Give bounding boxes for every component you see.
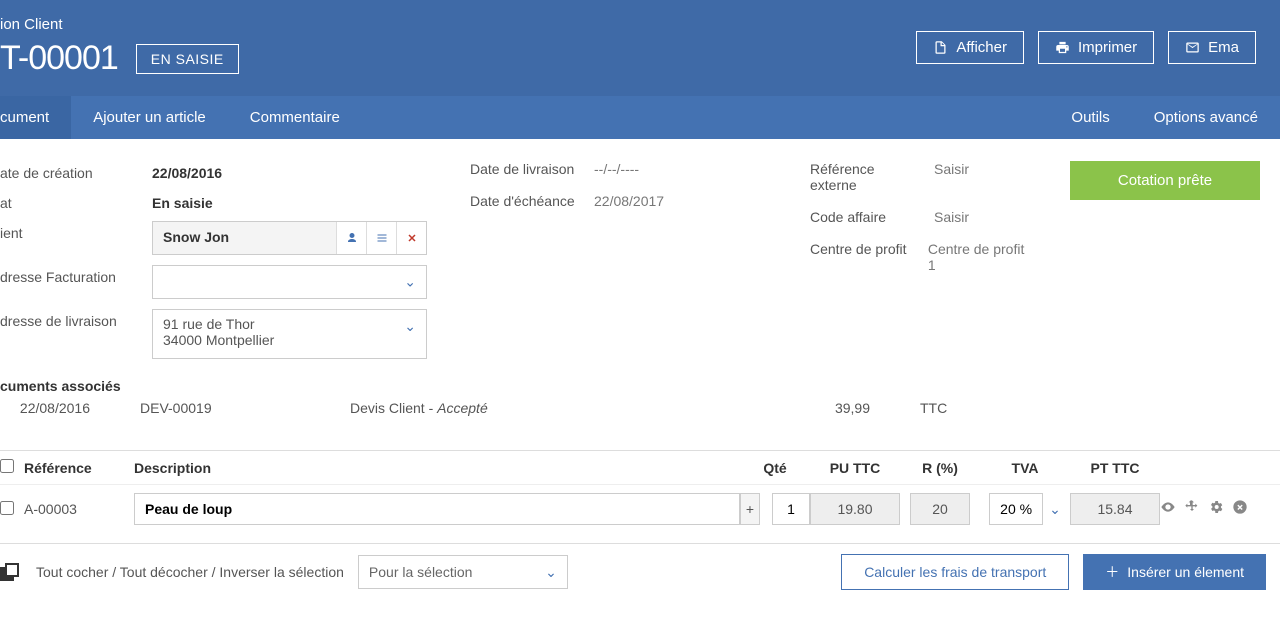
client-view-icon[interactable] — [336, 222, 366, 254]
label-shipping-address: dresse de livraison — [0, 309, 138, 329]
tva-select[interactable] — [989, 493, 1043, 525]
secondary-nav: cument Ajouter un article Commentaire Ou… — [0, 96, 1280, 139]
printer-icon — [1055, 40, 1070, 55]
check-all-text[interactable]: Tout cocher / Tout décocher / Inverser l… — [36, 564, 344, 580]
value-state: En saisie — [152, 191, 213, 211]
value-delivery-date: --/--/---- — [594, 161, 639, 177]
document-number: T-00001 — [0, 39, 118, 78]
label-state: at — [0, 191, 138, 211]
value-profit-center: Centre de profit 1 — [928, 241, 1030, 273]
tab-tools[interactable]: Outils — [1049, 96, 1131, 139]
gear-icon[interactable] — [1208, 499, 1224, 520]
linked-doc-date: 22/08/2016 — [0, 400, 90, 416]
value-due-date: 22/08/2017 — [594, 193, 664, 209]
email-button[interactable]: Ema — [1168, 31, 1256, 64]
row-reference: A-00003 — [24, 501, 134, 517]
th-tva: TVA — [980, 460, 1070, 476]
tab-comment[interactable]: Commentaire — [228, 96, 362, 139]
label-deal-code: Code affaire — [810, 209, 920, 225]
client-selector: Snow Jon — [152, 221, 427, 255]
label-profit-center: Centre de profit — [810, 241, 914, 273]
display-button[interactable]: Afficher — [916, 31, 1024, 64]
multi-check-icon[interactable] — [0, 563, 22, 581]
label-client: ient — [0, 221, 138, 241]
linked-doc-type: Devis Client - Accepté — [350, 400, 730, 416]
move-icon[interactable] — [1184, 499, 1200, 520]
ext-ref-input[interactable]: Saisir — [934, 161, 969, 193]
th-qty: Qté — [740, 460, 810, 476]
status-badge: EN SAISIE — [136, 44, 239, 74]
qty-input[interactable] — [772, 493, 810, 525]
linked-doc-amount: 39,99 — [780, 400, 870, 416]
close-icon — [406, 232, 418, 244]
footer-bar: Tout cocher / Tout décocher / Inverser l… — [0, 543, 1280, 600]
linked-documents-title: cuments associés — [0, 378, 1260, 394]
chevron-down-icon: ⌄ — [404, 274, 416, 291]
deal-code-input[interactable]: Saisir — [934, 209, 969, 225]
quotation-ready-button[interactable]: Cotation prête — [1070, 161, 1260, 200]
label-delivery-date: Date de livraison — [470, 161, 580, 177]
plus-icon: ＋ — [1105, 562, 1119, 582]
client-remove-icon[interactable] — [396, 222, 426, 254]
shipping-address-value: 91 rue de Thor 34000 Montpellier — [163, 316, 274, 348]
label-ext-ref: Référence externe — [810, 161, 920, 193]
discount-display — [910, 493, 970, 525]
billing-address-select[interactable]: ⌄ — [152, 265, 427, 299]
th-pt: PT TTC — [1070, 460, 1160, 476]
value-created: 22/08/2016 — [152, 161, 222, 181]
list-icon — [376, 232, 388, 244]
linked-doc-ref: DEV-00019 — [140, 400, 300, 416]
th-r: R (%) — [900, 460, 980, 476]
label-due-date: Date d'échéance — [470, 193, 580, 209]
pu-display — [810, 493, 900, 525]
print-button[interactable]: Imprimer — [1038, 31, 1154, 64]
page-header: ion Client T-00001 EN SAISIE Afficher Im… — [0, 0, 1280, 96]
bulk-action-select[interactable]: Pour la sélection ⌄ — [358, 555, 568, 589]
select-all-checkbox[interactable] — [0, 459, 14, 473]
tab-document[interactable]: cument — [0, 96, 71, 139]
chevron-down-icon: ⌄ — [545, 564, 557, 581]
linked-documents: cuments associés 22/08/2016 DEV-00019 De… — [0, 359, 1280, 430]
linked-doc-ttc: TTC — [920, 400, 947, 416]
pt-display — [1070, 493, 1160, 525]
linked-document-row[interactable]: 22/08/2016 DEV-00019 Devis Client - Acce… — [0, 400, 1260, 416]
client-list-icon[interactable] — [366, 222, 396, 254]
row-checkbox[interactable] — [0, 501, 14, 515]
th-reference: Référence — [24, 460, 134, 476]
line-items-table: Référence Description Qté PU TTC R (%) T… — [0, 450, 1280, 533]
calc-shipping-button[interactable]: Calculer les frais de transport — [841, 554, 1069, 590]
chevron-down-icon[interactable]: ⌄ — [1049, 501, 1061, 518]
insert-element-button[interactable]: ＋ Insérer un élement — [1083, 554, 1266, 590]
label-billing-address: dresse Facturation — [0, 265, 138, 285]
line-item-row: A-00003 + ⌄ — [0, 485, 1280, 533]
delete-icon[interactable] — [1232, 499, 1248, 520]
mail-icon — [1185, 40, 1200, 55]
tab-advanced-options[interactable]: Options avancé — [1132, 96, 1280, 139]
client-name: Snow Jon — [153, 222, 336, 254]
person-icon — [346, 232, 358, 244]
file-icon — [933, 40, 948, 55]
chevron-down-icon: ⌄ — [404, 318, 416, 335]
row-description-input[interactable] — [134, 493, 740, 525]
header-subtitle: ion Client — [0, 16, 239, 33]
shipping-address-select[interactable]: 91 rue de Thor 34000 Montpellier ⌄ — [152, 309, 427, 359]
label-created: ate de création — [0, 161, 138, 181]
qty-plus-button[interactable]: + — [740, 493, 760, 525]
th-pu: PU TTC — [810, 460, 900, 476]
document-form: ate de création 22/08/2016 at En saisie … — [0, 139, 1280, 359]
tab-add-article[interactable]: Ajouter un article — [71, 96, 228, 139]
eye-icon[interactable] — [1160, 499, 1176, 520]
th-description: Description — [134, 460, 740, 476]
